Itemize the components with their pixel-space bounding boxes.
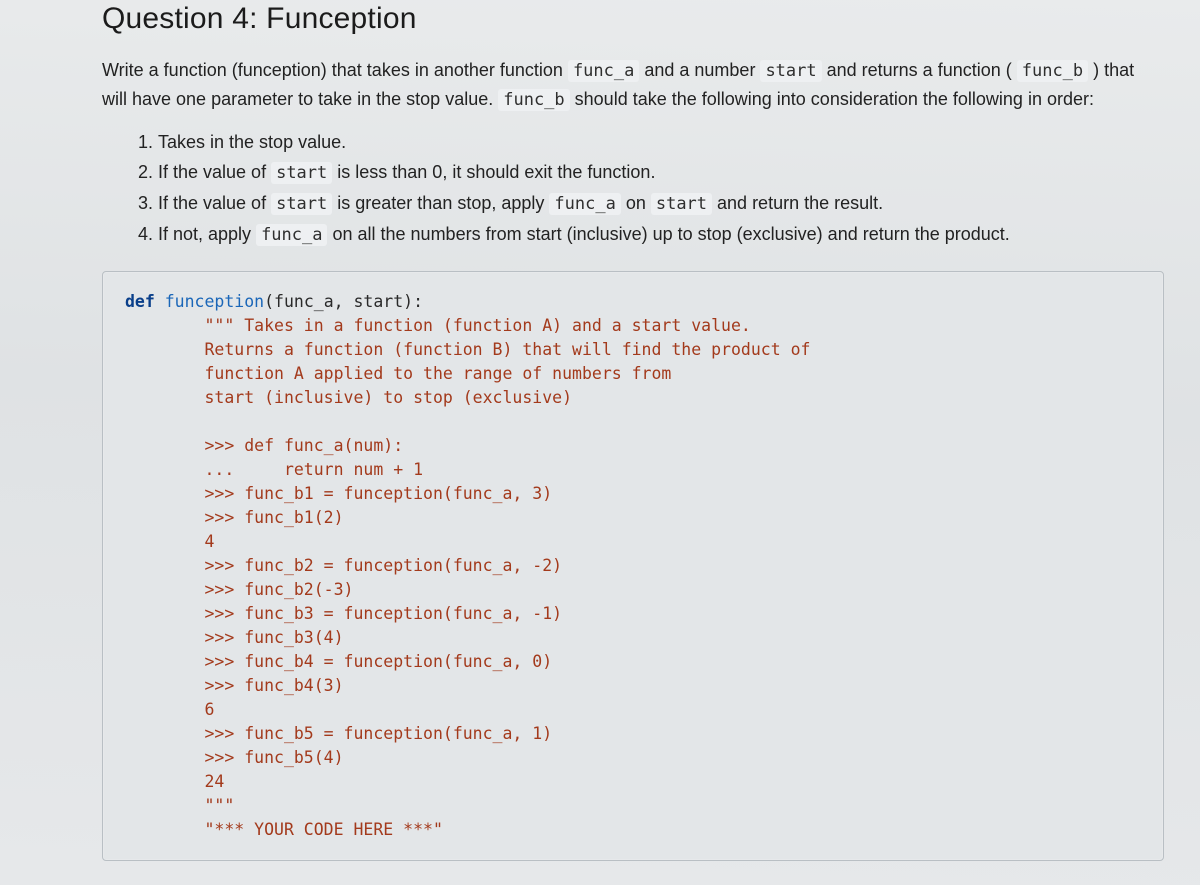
requirements-list: Takes in the stop value. If the value of… bbox=[102, 128, 1164, 249]
question-title: Question 4: Funception bbox=[102, 0, 1164, 46]
code-func-a: func_a bbox=[568, 60, 639, 82]
code-docstring: 6 bbox=[125, 700, 214, 719]
code-docstring: >>> func_b3(4) bbox=[125, 628, 344, 647]
list-text: on bbox=[621, 193, 651, 213]
code-block: def funception(func_a, start): """ Takes… bbox=[102, 271, 1164, 861]
code-docstring: Returns a function (function B) that wil… bbox=[125, 340, 810, 359]
page-content: Question 4: Funception Write a function … bbox=[0, 0, 1200, 885]
code-start: start bbox=[760, 60, 821, 82]
list-text: If not, apply bbox=[158, 224, 256, 244]
code-docstring: >>> func_b3 = funception(func_a, -1) bbox=[125, 604, 562, 623]
code-start: start bbox=[651, 193, 712, 215]
code-func-a: func_a bbox=[256, 224, 327, 246]
code-docstring: 24 bbox=[125, 772, 224, 791]
code-docstring: >>> def func_a(num): bbox=[125, 436, 403, 455]
list-item: If the value of start is greater than st… bbox=[158, 189, 1164, 218]
code-docstring: start (inclusive) to stop (exclusive) bbox=[125, 388, 572, 407]
list-text: If the value of bbox=[158, 162, 271, 182]
code-docstring: 4 bbox=[125, 532, 214, 551]
list-text: Takes in the stop value. bbox=[158, 132, 346, 152]
intro-text: and returns a function ( bbox=[822, 60, 1017, 80]
code-docstring: >>> func_b1 = funception(func_a, 3) bbox=[125, 484, 552, 503]
code-docstring: ... return num + 1 bbox=[125, 460, 423, 479]
code-docstring: """ Takes in a function (function A) and… bbox=[125, 316, 751, 335]
code-docstring: function A applied to the range of numbe… bbox=[125, 364, 671, 383]
list-text: If the value of bbox=[158, 193, 271, 213]
code-func-a: func_a bbox=[549, 193, 620, 215]
list-item: If the value of start is less than 0, it… bbox=[158, 158, 1164, 187]
code-placeholder: "*** YOUR CODE HERE ***" bbox=[125, 820, 443, 839]
intro-text: should take the following into considera… bbox=[570, 89, 1094, 109]
code-text: (func_a, start): bbox=[264, 292, 423, 311]
intro-text: Write a function (funception) that takes… bbox=[102, 60, 568, 80]
list-text: is greater than stop, apply bbox=[332, 193, 549, 213]
code-func-b: func_b bbox=[498, 89, 569, 111]
code-fn-name: funception bbox=[165, 292, 264, 311]
code-start: start bbox=[271, 193, 332, 215]
code-docstring: >>> func_b5(4) bbox=[125, 748, 344, 767]
code-docstring: >>> func_b2(-3) bbox=[125, 580, 353, 599]
code-docstring: >>> func_b2 = funception(func_a, -2) bbox=[125, 556, 562, 575]
code-keyword: def bbox=[125, 292, 165, 311]
intro-text: and a number bbox=[639, 60, 760, 80]
code-docstring: >>> func_b4 = funception(func_a, 0) bbox=[125, 652, 552, 671]
question-intro: Write a function (funception) that takes… bbox=[102, 56, 1164, 114]
list-text: and return the result. bbox=[712, 193, 883, 213]
code-docstring: """ bbox=[125, 796, 234, 815]
code-docstring: >>> func_b4(3) bbox=[125, 676, 344, 695]
list-text: is less than 0, it should exit the funct… bbox=[332, 162, 655, 182]
list-text: on all the numbers from start (inclusive… bbox=[327, 224, 1009, 244]
code-func-b: func_b bbox=[1017, 60, 1088, 82]
code-start: start bbox=[271, 162, 332, 184]
list-item: If not, apply func_a on all the numbers … bbox=[158, 220, 1164, 249]
code-docstring: >>> func_b5 = funception(func_a, 1) bbox=[125, 724, 552, 743]
code-docstring: >>> func_b1(2) bbox=[125, 508, 344, 527]
list-item: Takes in the stop value. bbox=[158, 128, 1164, 156]
